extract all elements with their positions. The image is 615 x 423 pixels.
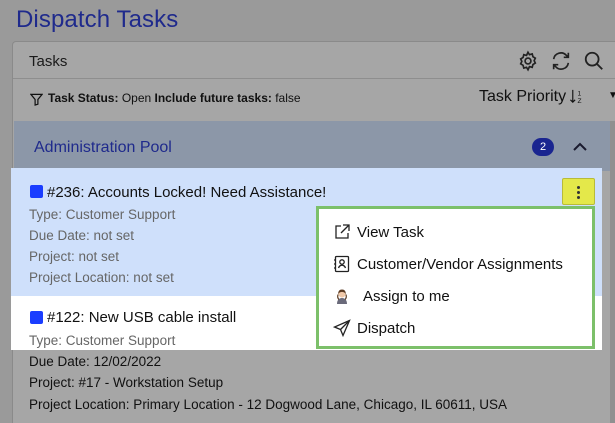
tasks-title: Tasks [29,53,68,70]
task-type: Type: Customer Support [29,333,176,348]
status-filter-label: Task Status: [48,91,119,105]
svg-text:1: 1 [578,91,582,98]
menu-item-label: View Task [357,224,424,241]
task-due-date: Due Date: not set [29,228,135,243]
refresh-icon[interactable] [550,50,572,72]
status-square-icon [30,311,43,324]
task-location: Project Location: Primary Location - 12 … [29,397,508,412]
task-project: Project: #17 - Workstation Setup [29,375,224,390]
caret-down-icon[interactable]: ▼ [608,90,615,101]
filter-row: Task Status: Open Include future tasks: … [13,80,615,118]
pool-name: Administration Pool [34,139,172,156]
menu-item-customer-vendor-assignments[interactable]: Customer/Vendor Assignments [333,253,588,279]
more-options-button[interactable] [562,178,595,205]
chevron-up-icon[interactable] [570,137,590,157]
menu-item-dispatch[interactable]: Dispatch [332,317,588,343]
task-context-menu: View Task Customer/Vendor Assignments As… [316,206,595,349]
external-link-icon [333,223,351,241]
pool-count-badge: 2 [532,138,554,156]
gear-icon[interactable] [517,50,539,72]
kebab-dot [577,191,580,194]
contact-card-icon [333,255,351,273]
filter-summary[interactable]: Task Status: Open Include future tasks: … [48,91,301,105]
future-filter-value: false [275,91,301,105]
svg-text:Z: Z [578,98,582,105]
menu-item-view-task[interactable]: View Task [333,221,588,247]
task-title[interactable]: #122: New USB cable install [47,309,236,326]
page-title: Dispatch Tasks [16,6,179,33]
pool-header[interactable]: Administration Pool 2 [14,121,615,171]
send-icon [332,319,351,338]
task-project: Project: not set [29,249,120,264]
task-location: Project Location: not set [29,270,174,285]
menu-item-label: Customer/Vendor Assignments [357,256,563,273]
future-filter-label: Include future tasks: [154,91,272,105]
filter-icon[interactable] [29,93,44,106]
kebab-dot [577,196,580,199]
status-square-icon [30,185,43,198]
menu-item-label: Assign to me [363,288,450,305]
task-type: Type: Customer Support [29,207,176,222]
kebab-dot [577,186,580,189]
sort-ascending-icon[interactable]: 1Z [569,88,586,108]
status-filter-value: Open [121,91,152,105]
menu-item-label: Dispatch [357,320,416,337]
menu-item-assign-to-me[interactable]: Assign to me [333,285,588,311]
task-title[interactable]: #236: Accounts Locked! Need Assistance! [47,184,326,201]
user-avatar-icon [333,287,351,305]
tasks-header: Tasks [13,42,615,79]
sort-dropdown[interactable]: Task Priority [479,88,566,106]
search-icon[interactable] [583,50,605,72]
scrollbar[interactable] [610,121,615,423]
task-due-date: Due Date: 12/02/2022 [29,354,162,369]
